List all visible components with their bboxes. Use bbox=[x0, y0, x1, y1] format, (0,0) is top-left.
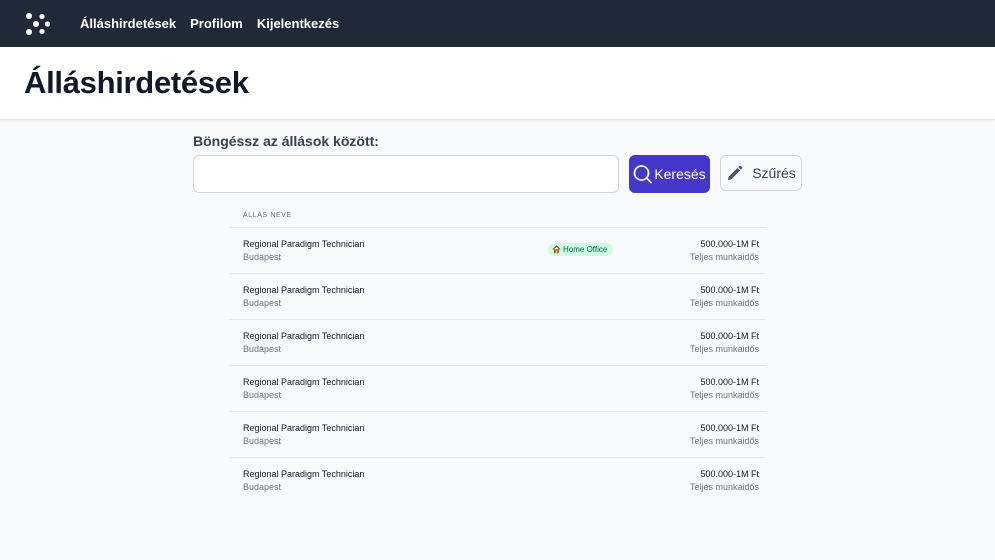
job-city: Budapest bbox=[243, 252, 282, 262]
job-city: Budapest bbox=[243, 390, 282, 400]
filter-button[interactable]: Szűrés bbox=[720, 155, 802, 191]
house-icon bbox=[552, 245, 561, 254]
job-title: Regional Paradigm Technician bbox=[243, 285, 365, 295]
job-worktype: Teljes munkaidős bbox=[689, 390, 759, 400]
nav-link-jobs[interactable]: Álláshirdetések bbox=[80, 16, 176, 31]
job-worktype: Teljes munkaidős bbox=[689, 252, 759, 262]
job-city: Budapest bbox=[243, 344, 282, 354]
nav-links: Álláshirdetések Profilom Kijelentkezés bbox=[80, 0, 339, 47]
job-salary: 500.000-1M Ft bbox=[700, 469, 759, 479]
job-city: Budapest bbox=[243, 436, 282, 446]
job-worktype: Teljes munkaidős bbox=[689, 436, 759, 446]
page-title: Álláshirdetések bbox=[24, 65, 249, 100]
home-office-badge: Home Office bbox=[548, 243, 614, 256]
top-navbar: Álláshirdetések Profilom Kijelentkezés bbox=[0, 0, 995, 47]
job-city: Budapest bbox=[243, 482, 282, 492]
filter-button-label: Szűrés bbox=[752, 165, 796, 181]
search-icon bbox=[633, 165, 653, 184]
job-salary: 500.000-1M Ft bbox=[700, 285, 759, 295]
search-button[interactable]: Keresés bbox=[629, 155, 710, 193]
nav-link-logout[interactable]: Kijelentkezés bbox=[257, 16, 339, 31]
job-title: Regional Paradigm Technician bbox=[243, 423, 365, 433]
job-salary: 500.000-1M Ft bbox=[700, 423, 759, 433]
nav-link-profile[interactable]: Profilom bbox=[190, 16, 243, 31]
page-header: Álláshirdetések bbox=[0, 47, 995, 120]
job-salary: 500.000-1M Ft bbox=[700, 331, 759, 341]
job-title: Regional Paradigm Technician bbox=[243, 331, 365, 341]
job-title: Regional Paradigm Technician bbox=[243, 377, 365, 387]
job-list: ÁLLÁS NEVE Regional Paradigm Technician … bbox=[229, 203, 766, 504]
column-header-job-name: ÁLLÁS NEVE bbox=[229, 203, 766, 228]
job-row[interactable]: Regional Paradigm Technician Budapest 50… bbox=[229, 412, 766, 458]
job-title: Regional Paradigm Technician bbox=[243, 469, 365, 479]
job-worktype: Teljes munkaidős bbox=[689, 298, 759, 308]
job-row[interactable]: Regional Paradigm Technician Budapest Ho… bbox=[229, 228, 766, 274]
job-row[interactable]: Regional Paradigm Technician Budapest 50… bbox=[229, 366, 766, 412]
job-row[interactable]: Regional Paradigm Technician Budapest 50… bbox=[229, 458, 766, 504]
job-city: Budapest bbox=[243, 298, 282, 308]
pencil-icon bbox=[728, 165, 743, 180]
badge-label: Home Office bbox=[563, 245, 608, 254]
job-row[interactable]: Regional Paradigm Technician Budapest 50… bbox=[229, 320, 766, 366]
job-title: Regional Paradigm Technician bbox=[243, 239, 365, 249]
job-worktype: Teljes munkaidős bbox=[689, 344, 759, 354]
search-label: Böngéssz az állások között: bbox=[193, 133, 379, 149]
search-input[interactable] bbox=[193, 155, 619, 193]
job-row[interactable]: Regional Paradigm Technician Budapest 50… bbox=[229, 274, 766, 320]
job-salary: 500.000-1M Ft bbox=[700, 377, 759, 387]
job-salary: 500.000-1M Ft bbox=[700, 239, 759, 249]
job-worktype: Teljes munkaidős bbox=[689, 482, 759, 492]
logo-icon[interactable] bbox=[23, 11, 51, 37]
search-button-label: Keresés bbox=[654, 166, 706, 182]
